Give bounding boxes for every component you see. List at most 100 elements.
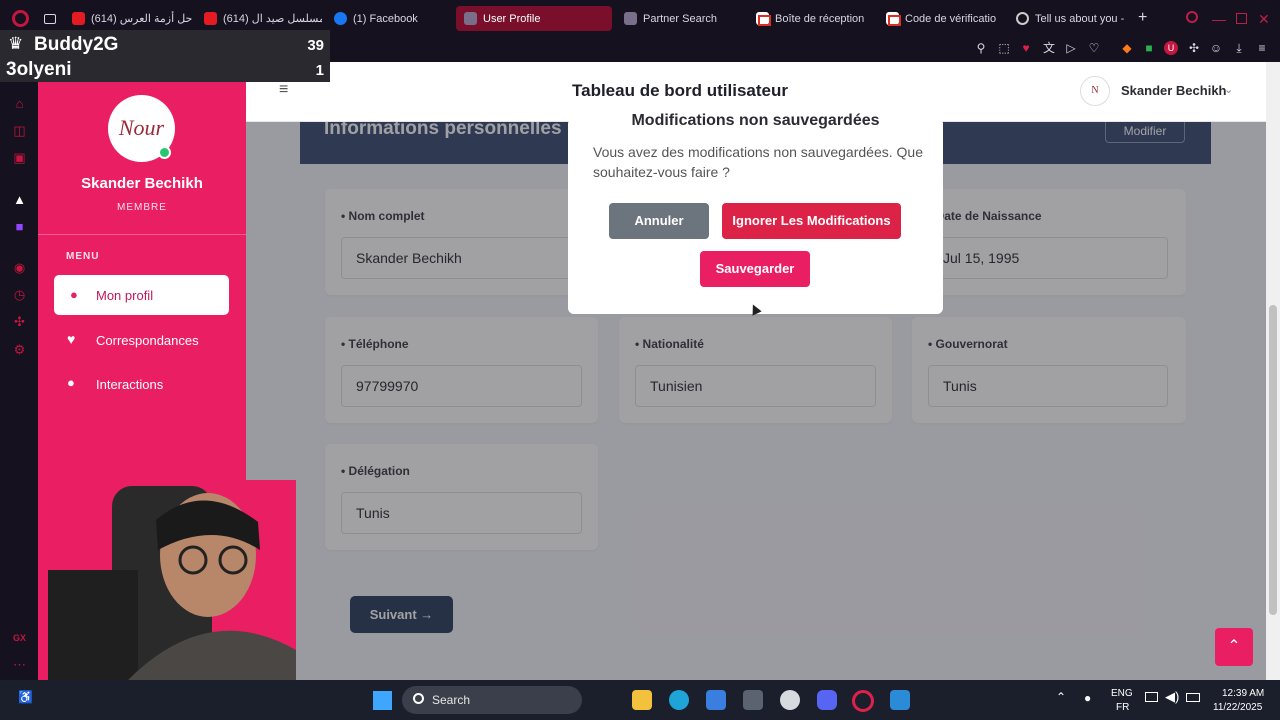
save-button[interactable]: Sauvegarder bbox=[700, 251, 810, 287]
chatgpt-icon bbox=[1016, 12, 1029, 25]
network-icon[interactable] bbox=[1145, 692, 1158, 702]
arrow-icon[interactable]: ▲ bbox=[12, 192, 27, 207]
logo-text: Nour bbox=[118, 115, 165, 140]
tab-facebook[interactable]: (1) Facebook bbox=[326, 6, 452, 31]
tab-partner-search[interactable]: Partner Search bbox=[616, 6, 744, 31]
download-icon[interactable]: ⤓ bbox=[1232, 41, 1246, 55]
tab-label: User Profile bbox=[483, 12, 541, 25]
extension-a-icon[interactable]: ◆ bbox=[1120, 41, 1134, 55]
shield-extension-icon[interactable]: U bbox=[1164, 41, 1178, 55]
modal-title: Modifications non sauvegardées bbox=[631, 112, 880, 129]
header-avatar[interactable]: N bbox=[1080, 76, 1110, 106]
player-icon[interactable]: ◉ bbox=[12, 260, 27, 275]
hamburger-icon[interactable]: ≡ bbox=[279, 81, 288, 99]
twitter-icon[interactable]: ◫ bbox=[12, 123, 27, 138]
aria-icon[interactable]: ⌂ bbox=[12, 96, 27, 111]
history-icon[interactable]: ◷ bbox=[12, 287, 27, 302]
chevron-down-icon[interactable]: ⌄ bbox=[1224, 83, 1233, 96]
steam-icon[interactable] bbox=[780, 690, 800, 710]
user-icon: ● bbox=[70, 287, 78, 302]
sidebar-item-interactions[interactable]: ● Interactions bbox=[54, 364, 229, 404]
close-icon[interactable]: ✕ bbox=[1258, 11, 1270, 28]
translate-icon[interactable]: 文 bbox=[1042, 41, 1056, 55]
youtube-icon bbox=[72, 12, 85, 25]
tab-gmail-inbox[interactable]: Boîte de réception bbox=[748, 6, 874, 31]
tab-chatgpt[interactable]: Tell us about you - bbox=[1008, 6, 1132, 31]
pocket-icon[interactable]: ♥ bbox=[1019, 41, 1033, 55]
search-tabs-icon[interactable] bbox=[1186, 11, 1198, 23]
scrollbar-thumb[interactable] bbox=[1269, 305, 1277, 615]
sidebar-item-correspondances[interactable]: ♥ Correspondances bbox=[54, 320, 229, 360]
edge-icon[interactable] bbox=[669, 690, 689, 710]
gx-icon: GX bbox=[12, 633, 26, 643]
tab-gmail-code[interactable]: Code de vérificatio bbox=[878, 6, 1004, 31]
clock-time[interactable]: 12:39 AM bbox=[1222, 688, 1264, 699]
sidebar-item-label: Mon profil bbox=[96, 288, 154, 303]
opera-gx-icon[interactable] bbox=[852, 690, 874, 712]
tab-label: Boîte de réception bbox=[775, 12, 865, 25]
discord-icon[interactable] bbox=[817, 690, 837, 710]
twitch-icon[interactable]: ■ bbox=[12, 219, 27, 234]
overlay-count-2: 1 bbox=[315, 62, 324, 79]
lang-fr[interactable]: FR bbox=[1116, 702, 1129, 713]
more-icon[interactable]: ⋯ bbox=[12, 657, 27, 672]
overlay-name-1: Buddy2G bbox=[34, 34, 119, 55]
gmail-icon bbox=[886, 12, 901, 26]
maximize-icon[interactable] bbox=[1236, 13, 1247, 24]
search-label: Search bbox=[432, 693, 471, 707]
app-cube-icon[interactable] bbox=[743, 690, 763, 710]
sidebar-item-label: Interactions bbox=[96, 377, 164, 392]
facebook-icon bbox=[334, 12, 347, 25]
tab-label: (614) مسلسل صيد ال bbox=[223, 13, 322, 25]
page-title: Tableau de bord utilisateur bbox=[572, 81, 788, 100]
ignore-changes-button[interactable]: Ignorer Les Modifications bbox=[722, 203, 901, 239]
mic-icon[interactable]: ● bbox=[1084, 691, 1091, 705]
menu-icon[interactable]: ≡ bbox=[1255, 41, 1269, 55]
snapshot-icon[interactable]: ⬚ bbox=[997, 41, 1011, 55]
tab-youtube-2[interactable]: (614) مسلسل صيد ال bbox=[196, 6, 322, 31]
new-tab-plus-icon[interactable]: + bbox=[1138, 9, 1147, 27]
clock-date[interactable]: 11/22/2025 bbox=[1213, 702, 1262, 713]
minimize-icon[interactable]: — bbox=[1212, 11, 1226, 27]
account-icon[interactable]: ☺ bbox=[1209, 41, 1223, 55]
gmail-icon bbox=[756, 12, 771, 26]
store-icon[interactable] bbox=[706, 690, 726, 710]
tab-label: Partner Search bbox=[643, 12, 717, 25]
extensions-icon[interactable]: ✣ bbox=[12, 314, 27, 329]
tab-label: Tell us about you - bbox=[1035, 12, 1125, 25]
play-icon[interactable]: ▷ bbox=[1064, 41, 1078, 55]
windows-start-icon[interactable] bbox=[372, 690, 392, 710]
trophy-icon: ♛ bbox=[8, 34, 24, 53]
battery-icon[interactable] bbox=[1186, 693, 1200, 702]
accessibility-icon[interactable]: ♿ bbox=[18, 690, 33, 706]
gx-mail-icon[interactable]: ▣ bbox=[12, 150, 27, 165]
unsaved-changes-modal: Modifications non sauvegardées Vous avez… bbox=[568, 112, 943, 314]
online-status-dot bbox=[158, 146, 171, 159]
file-explorer-icon[interactable] bbox=[632, 690, 652, 710]
settings-gear-icon[interactable]: ⚙ bbox=[12, 342, 27, 357]
lang-eng[interactable]: ENG bbox=[1111, 688, 1133, 699]
tab-switch-icon[interactable] bbox=[44, 14, 56, 24]
tab-user-profile[interactable]: User Profile bbox=[456, 6, 612, 31]
tray-chevron-icon[interactable]: ⌃ bbox=[1056, 690, 1066, 704]
search-icon bbox=[413, 693, 424, 704]
volume-icon[interactable]: ◀) bbox=[1165, 689, 1179, 705]
puzzle-icon[interactable]: ✣ bbox=[1187, 41, 1201, 55]
tab-youtube-1[interactable]: (614) حل أزمة العرس bbox=[64, 6, 192, 31]
header-user-name[interactable]: Skander Bechikh bbox=[1121, 83, 1227, 98]
photo-app-icon[interactable] bbox=[890, 690, 910, 710]
opera-logo-icon[interactable] bbox=[12, 10, 29, 27]
taskbar-search[interactable]: Search bbox=[402, 686, 582, 714]
pin-icon[interactable]: ⚲ bbox=[974, 41, 988, 55]
page-icon bbox=[624, 12, 637, 25]
extension-b-icon[interactable]: ■ bbox=[1142, 41, 1156, 55]
cancel-button[interactable]: Annuler bbox=[609, 203, 709, 239]
tab-label: Code de vérificatio bbox=[905, 12, 997, 25]
favorite-icon[interactable]: ♡ bbox=[1087, 41, 1101, 55]
sidebar-item-mon-profil[interactable]: ● Mon profil bbox=[54, 275, 229, 315]
overlay-name-2: 3olyeni bbox=[6, 59, 72, 80]
scroll-top-button[interactable]: ⌃ bbox=[1215, 628, 1253, 666]
menu-heading: MENU bbox=[66, 251, 100, 262]
comments-icon: ● bbox=[67, 375, 75, 390]
tab-label: (1) Facebook bbox=[353, 12, 418, 25]
